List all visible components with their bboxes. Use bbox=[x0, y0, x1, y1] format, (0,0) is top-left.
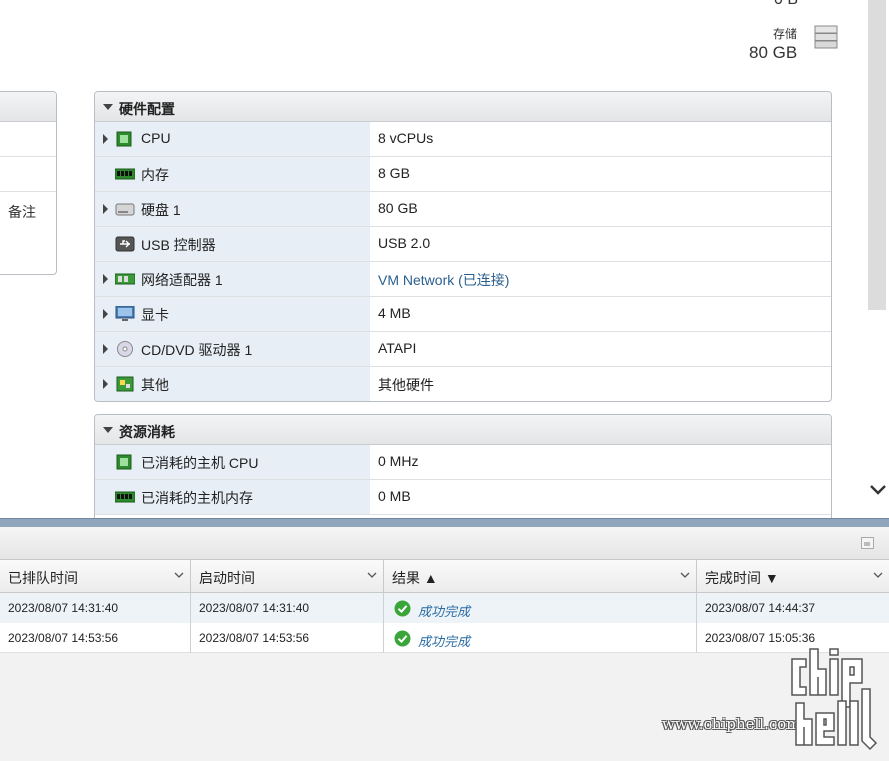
left-info-panel: 备注 bbox=[0, 91, 57, 275]
usb-icon bbox=[115, 236, 135, 252]
network-link[interactable]: VM Network (已连接) bbox=[378, 270, 509, 290]
row-value: 80 GB bbox=[378, 200, 418, 216]
column-complete-time[interactable]: 完成时间 ▼ bbox=[697, 560, 889, 593]
column-result[interactable]: 结果 ▲ bbox=[384, 560, 697, 593]
notes-link[interactable]: 备注 bbox=[8, 202, 36, 222]
success-check-icon bbox=[394, 630, 411, 647]
resource-row-cpu: 已消耗的主机 CPU 0 MHz bbox=[95, 445, 831, 480]
table-row[interactable]: 2023/08/07 14:53:56 2023/08/07 14:53:56 … bbox=[0, 623, 889, 653]
resource-consumption-panel: 资源消耗 已消耗的主机 CPU 0 MHz 已消耗的主机内存 0 MB bbox=[94, 414, 832, 518]
hardware-config-title: 硬件配置 bbox=[119, 101, 175, 117]
storage-value: 80 GB bbox=[749, 43, 798, 62]
collapse-triangle-icon[interactable] bbox=[103, 427, 113, 433]
row-value: 4 MB bbox=[378, 305, 411, 321]
watermark-url: www.chiphell.com bbox=[662, 715, 801, 733]
scroll-down-chevron-icon[interactable] bbox=[868, 480, 888, 500]
resource-row-memory: 已消耗的主机内存 0 MB bbox=[95, 480, 831, 515]
row-label: 已消耗的主机内存 bbox=[141, 490, 253, 506]
row-label: 显卡 bbox=[141, 307, 169, 323]
hardware-config-panel: 硬件配置 CPU 8 vCPUs 内存 8 GB 硬盘 1 80 GB USB … bbox=[94, 91, 832, 402]
column-label: 启动时间 bbox=[199, 570, 255, 586]
tasks-table-header: 已排队时间 启动时间 结果 ▲ 完成时间 ▼ bbox=[0, 560, 889, 593]
hard-disk-icon bbox=[115, 203, 135, 216]
expand-arrow-icon[interactable] bbox=[103, 309, 108, 319]
hardware-row-other[interactable]: 其他 其他硬件 bbox=[95, 367, 831, 401]
hardware-row-disk[interactable]: 硬盘 1 80 GB bbox=[95, 192, 831, 227]
memory-icon bbox=[115, 491, 135, 503]
row-value: ATAPI bbox=[378, 340, 417, 356]
row-label: 已消耗的主机 CPU bbox=[141, 455, 259, 471]
row-label: USB 控制器 bbox=[141, 237, 216, 253]
chiphell-logo-watermark bbox=[791, 648, 878, 751]
row-value: USB 2.0 bbox=[378, 235, 431, 251]
vm-summary-area: 0 B 存储 80 GB 备注 硬件配置 bbox=[0, 0, 889, 518]
hardware-row-cdrom[interactable]: CD/DVD 驱动器 1 ATAPI bbox=[95, 332, 831, 367]
complete-time-cell: 2023/08/07 14:44:37 bbox=[705, 601, 816, 615]
start-time-cell: 2023/08/07 14:31:40 bbox=[199, 601, 310, 615]
expand-arrow-icon[interactable] bbox=[103, 379, 108, 389]
row-value: 0 MB bbox=[378, 488, 411, 504]
column-start-time[interactable]: 启动时间 bbox=[191, 560, 384, 593]
scrollbar-thumb[interactable] bbox=[868, 0, 886, 310]
row-label: 硬盘 1 bbox=[141, 202, 181, 218]
expand-arrow-icon[interactable] bbox=[103, 344, 108, 354]
success-check-icon bbox=[394, 600, 411, 617]
left-panel-header bbox=[0, 92, 56, 122]
cpu-chip-icon bbox=[116, 454, 132, 470]
other-hardware-icon bbox=[116, 376, 134, 392]
queued-time-cell: 2023/08/07 14:31:40 bbox=[8, 601, 119, 615]
cpu-chip-icon bbox=[116, 131, 132, 147]
hardware-row-memory[interactable]: 内存 8 GB bbox=[95, 157, 831, 192]
row-value: 其他硬件 bbox=[378, 377, 434, 393]
column-queued-time[interactable]: 已排队时间 bbox=[0, 560, 191, 593]
hardware-row-cpu[interactable]: CPU 8 vCPUs bbox=[95, 122, 831, 157]
row-label: 内存 bbox=[141, 167, 169, 183]
monitor-icon bbox=[115, 306, 135, 321]
expand-arrow-icon[interactable] bbox=[103, 274, 108, 284]
row-label: 其他 bbox=[141, 377, 169, 393]
expand-arrow-icon[interactable] bbox=[103, 134, 108, 144]
hardware-row-usb[interactable]: USB 控制器 USB 2.0 bbox=[95, 227, 831, 262]
table-row[interactable]: 2023/08/07 14:31:40 2023/08/07 14:31:40 … bbox=[0, 593, 889, 623]
restore-panel-button[interactable] bbox=[861, 537, 874, 549]
chevron-down-icon[interactable] bbox=[680, 570, 690, 580]
network-card-icon bbox=[115, 273, 135, 285]
left-panel-notes-row[interactable]: 备注 bbox=[0, 192, 56, 227]
memory-icon bbox=[115, 168, 135, 180]
start-time-cell: 2023/08/07 14:53:56 bbox=[199, 631, 310, 645]
result-status[interactable]: 成功完成 bbox=[418, 631, 470, 650]
left-panel-row bbox=[0, 157, 56, 192]
resource-consumption-title: 资源消耗 bbox=[119, 424, 175, 440]
complete-time-cell: 2023/08/07 15:05:36 bbox=[705, 631, 816, 645]
row-value: 8 vCPUs bbox=[378, 130, 434, 146]
resource-consumption-header[interactable]: 资源消耗 bbox=[95, 415, 831, 445]
cd-dvd-icon bbox=[117, 341, 133, 357]
panel-splitter[interactable] bbox=[0, 518, 889, 527]
column-label: 已排队时间 bbox=[8, 570, 78, 586]
vm-summary-screen: 0 B 存储 80 GB 备注 硬件配置 bbox=[0, 0, 889, 761]
left-panel-row bbox=[0, 122, 56, 157]
tasks-toolbar bbox=[0, 527, 889, 560]
row-value: 8 GB bbox=[378, 165, 410, 181]
row-value: 0 MHz bbox=[378, 453, 419, 469]
cut-off-value: 0 B bbox=[774, 0, 798, 9]
chevron-down-icon[interactable] bbox=[174, 570, 184, 580]
column-label: 完成时间 ▼ bbox=[705, 570, 779, 586]
expand-arrow-icon[interactable] bbox=[103, 204, 108, 214]
storage-icon bbox=[814, 25, 838, 49]
queued-time-cell: 2023/08/07 14:53:56 bbox=[8, 631, 119, 645]
hardware-row-video[interactable]: 显卡 4 MB bbox=[95, 297, 831, 332]
hardware-row-network[interactable]: 网络适配器 1 VM Network (已连接) bbox=[95, 262, 831, 297]
storage-label: 存储 bbox=[773, 27, 798, 41]
chevron-down-icon[interactable] bbox=[873, 570, 883, 580]
collapse-triangle-icon[interactable] bbox=[103, 104, 113, 110]
column-label: 结果 ▲ bbox=[392, 570, 438, 586]
row-label: 网络适配器 1 bbox=[141, 272, 223, 288]
hardware-config-header[interactable]: 硬件配置 bbox=[95, 92, 831, 122]
chevron-down-icon[interactable] bbox=[367, 570, 377, 580]
row-label: CD/DVD 驱动器 1 bbox=[141, 342, 253, 358]
result-status[interactable]: 成功完成 bbox=[418, 601, 470, 620]
row-label: CPU bbox=[141, 130, 171, 146]
